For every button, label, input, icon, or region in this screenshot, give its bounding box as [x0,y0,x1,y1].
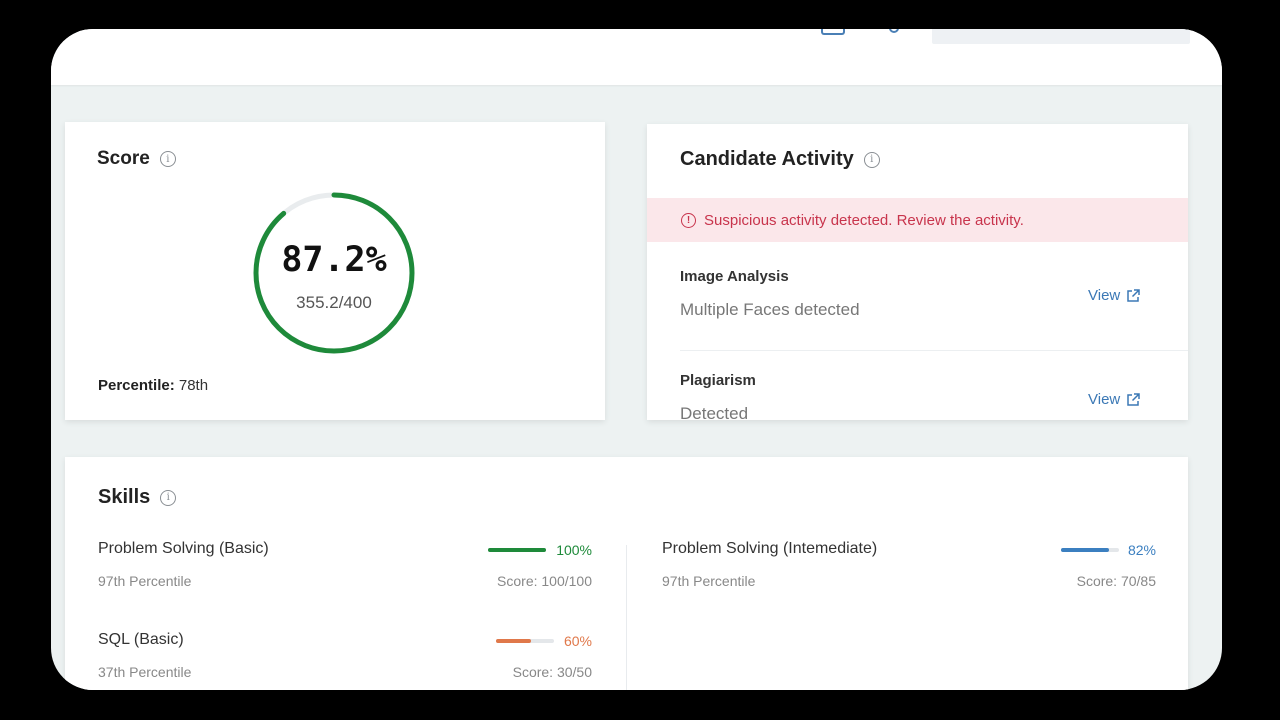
skills-card: Skills i Problem Solving (Basic) 100% 97… [65,457,1188,690]
score-fraction: 355.2/400 [296,293,372,312]
calendar-icon[interactable] [821,29,845,35]
external-link-icon [1127,288,1140,302]
info-icon[interactable]: i [160,489,177,506]
activity-item-value: Detected [680,404,749,420]
app-screen: Score i 87.2% 355.2/400 Percentile: 78th… [51,29,1222,690]
skill-progress-fill [496,639,531,643]
skill-score: Score: 70/85 [1076,573,1156,589]
suspicious-activity-alert: ! Suspicious activity detected. Review t… [647,198,1188,242]
alert-text: Suspicious activity detected. Review the… [704,211,1024,229]
skill-percent: 60% [563,633,592,649]
view-image-analysis-link[interactable]: View [1088,287,1140,304]
skill-score: Score: 100/100 [497,573,592,589]
view-plagiarism-link[interactable]: View [1088,391,1140,408]
score-title: Score i [97,148,176,170]
activity-item-value: Multiple Faces detected [680,300,860,319]
activity-item-label: Plagiarism [680,372,756,389]
skill-percentile: 97th Percentile [98,573,192,589]
activity-title: Candidate Activity i [680,148,880,171]
search-input[interactable] [932,29,1190,44]
external-link-icon [1127,392,1140,406]
candidate-activity-card: Candidate Activity i ! Suspicious activi… [647,124,1188,420]
link-icon[interactable] [889,29,899,33]
skill-name: Problem Solving (Basic) [98,540,269,557]
skills-column-divider [626,545,627,690]
skills-title: Skills i [98,486,177,509]
skill-name: SQL (Basic) [98,631,184,648]
alert-icon: ! [681,212,696,228]
skill-progress-bar [496,639,554,643]
score-percentile: Percentile: 78th [98,377,208,394]
skill-progress-fill [1061,548,1109,552]
skill-progress-bar [1061,548,1119,552]
score-value: 87.2% [281,240,387,280]
info-icon[interactable]: i [863,151,880,168]
skill-progress-fill [488,548,546,552]
skill-name: Problem Solving (Intemediate) [662,540,878,557]
skill-progress-bar [488,548,546,552]
percentile-label: Percentile: [98,377,175,394]
activity-item-label: Image Analysis [680,268,789,285]
skill-percent: 82% [1127,542,1156,558]
score-card: Score i 87.2% 355.2/400 Percentile: 78th [65,122,605,420]
activity-divider [680,350,1188,351]
skill-score: Score: 30/50 [512,664,592,680]
skill-percentile: 97th Percentile [662,573,756,589]
percentile-value: 78th [178,377,209,394]
skill-percent: 100% [556,542,592,558]
info-icon[interactable]: i [159,151,176,167]
skill-percentile: 37th Percentile [98,664,192,680]
top-bar [51,29,1222,85]
